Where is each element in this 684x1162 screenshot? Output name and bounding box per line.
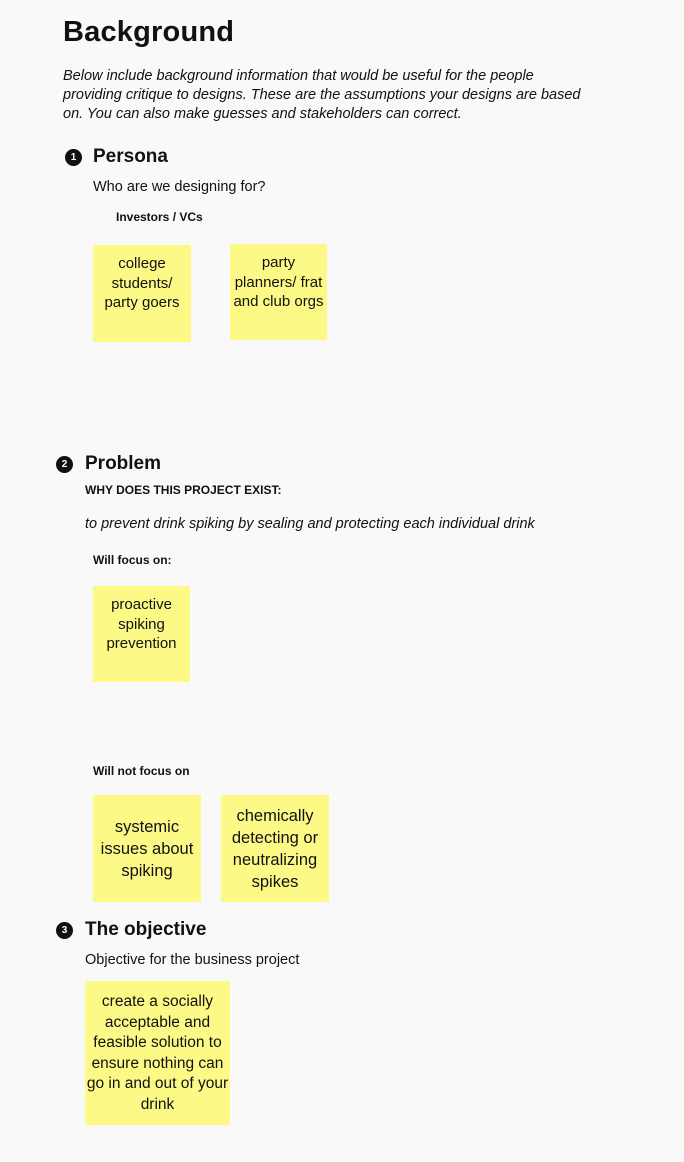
not-focus-label: Will not focus on [93,764,190,778]
sticky-note[interactable]: systemic issues about spiking [93,795,201,902]
page-title: Background [63,16,235,48]
problem-heading: Problem [85,453,162,474]
intro-text: Below include background information tha… [63,68,581,122]
persona-heading: Persona [93,146,168,167]
section-number-badge: 1 [65,149,82,166]
persona-group-label: Investors / VCs [116,210,203,224]
sticky-note[interactable]: create a socially acceptable and feasibl… [85,981,230,1125]
sticky-note[interactable]: chemically detecting or neutralizing spi… [221,795,329,902]
section-number-badge: 2 [56,456,73,473]
objective-heading: The objective [85,919,207,940]
focus-label: Will focus on: [93,553,172,567]
sticky-note[interactable]: proactive spiking prevention [93,586,190,682]
section-number-badge: 3 [56,922,73,939]
persona-question: Who are we designing for? [93,179,266,195]
sticky-note[interactable]: party planners/ frat and club orgs [230,244,327,340]
problem-statement: to prevent drink spiking by sealing and … [85,516,535,532]
sticky-note[interactable]: college students/ party goers [93,245,191,342]
problem-why-label: WHY DOES THIS PROJECT EXIST: [85,483,282,497]
objective-description: Objective for the business project [85,952,300,968]
